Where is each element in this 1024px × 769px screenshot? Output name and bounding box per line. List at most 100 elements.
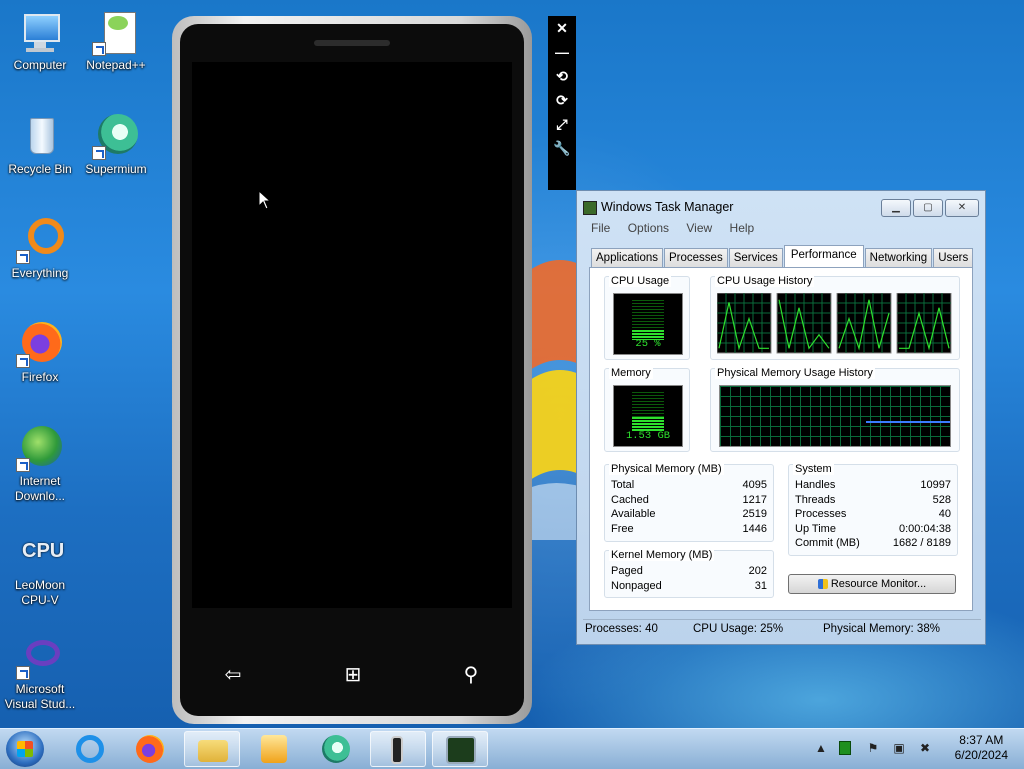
everything-icon [16,216,64,264]
phone-screen[interactable] [192,62,512,608]
taskbar-media-player[interactable] [246,731,302,767]
memory-history-group: Physical Memory Usage History [710,367,960,452]
physical-memory-group: Physical Memory (MB) Total 4095 Cached 121… [604,463,774,542]
desktop-icon-label: Supermium [85,162,147,176]
shortcut-arrow-icon [16,354,30,368]
stat-row: Paged 202 [611,565,767,580]
stat-row: Processes 40 [795,508,951,523]
desktop-icon-label: Everything [11,266,69,280]
task-manager-icon [446,736,476,764]
emulator-minimize-button[interactable]: — [548,40,576,64]
desktop-icon-label: Internet Downlo... [14,474,66,503]
stat-label: Threads [795,494,836,506]
desktop-icon-everything[interactable]: Everything [0,216,80,281]
minimize-button[interactable]: ▁ [881,199,911,217]
tab-applications[interactable]: Applications [591,248,664,268]
menu-help[interactable]: Help [730,221,755,235]
resource-monitor-label: Resource Monitor... [830,578,927,590]
taskbar-supermium[interactable] [308,731,364,767]
tab-users[interactable]: Users [933,248,974,268]
taskbar-firefox[interactable] [122,731,178,767]
emulator-rotate-right-button[interactable]: ⟳ [548,88,576,112]
volume-muted-icon[interactable]: ✖ [918,741,932,755]
back-button[interactable]: ⇦ [218,664,248,686]
menu-options[interactable]: Options [628,221,669,235]
stat-row: Commit (MB) 1682 / 8189 [795,537,951,552]
desktop-icon-computer[interactable]: Computer [0,8,80,73]
memory-history-line [866,421,950,424]
desktop-icon-firefox[interactable]: Firefox [0,320,80,385]
stat-row: Handles 10997 [795,479,951,494]
status-memory: Physical Memory: 38% [823,623,940,635]
start-button[interactable]: ⊞ [338,664,368,686]
taskbar: ▲ ⚑ ▣ ✖ 8:37 AM 6/20/2024 [0,728,1024,769]
tab-performance[interactable]: Performance [783,245,864,268]
supermium-icon [322,735,350,763]
maximize-button[interactable]: ▢ [913,199,943,217]
resource-monitor-button[interactable]: Resource Monitor... [788,574,956,594]
stat-label: Total [611,479,635,491]
physical-memory-caption: Physical Memory (MB) [609,463,724,475]
desktop-icon-supermium[interactable]: Supermium [76,112,156,177]
system-caption: System [793,463,834,475]
taskbar-phone-emulator[interactable] [370,731,426,767]
desktop-icon-leomoon-cpu-v[interactable]: CPU LeoMoon CPU-V [0,528,80,608]
taskbar-internet-explorer[interactable] [62,731,118,767]
menu-view[interactable]: View [686,221,712,235]
stat-label: Paged [611,565,643,577]
emulator-close-button[interactable]: ✕ [548,16,576,40]
desktop-icon-internet-download-manager[interactable]: Internet Downlo... [0,424,80,504]
close-icon: ✕ [957,202,967,213]
mouse-cursor-icon [258,190,272,210]
stat-value: 2519 [742,508,767,520]
desktop-icon-notepadpp[interactable]: Notepad++ [76,8,156,73]
tab-processes[interactable]: Processes [664,248,728,268]
status-cpu: CPU Usage: 25% [693,623,784,635]
stat-row: Nonpaged 31 [611,580,767,595]
memory-history-graph [719,385,951,447]
tools-icon: 🔧 [553,140,571,156]
taskbar-task-manager[interactable] [432,731,488,767]
desktop-icon-visual-studio[interactable]: Microsoft Visual Stud... [0,632,80,712]
windows-logo-icon: ⊞ [344,664,362,686]
memory-caption: Memory [609,367,653,379]
desktop-icon-recycle-bin[interactable]: Recycle Bin [0,112,80,177]
stat-value: 1682 / 8189 [892,537,951,549]
desktop-icon-label: LeoMoon CPU-V [14,578,66,607]
stat-row: Up Time 0:00:04:38 [795,523,951,538]
shortcut-arrow-icon [92,42,106,56]
search-button[interactable]: ⚲ [456,664,486,686]
system-clock[interactable]: 8:37 AM 6/20/2024 [955,733,1008,763]
show-hidden-icons-icon[interactable]: ▲ [814,741,828,755]
tab-networking[interactable]: Networking [864,248,933,268]
supermium-icon [92,112,140,160]
close-button[interactable]: ✕ [945,199,979,217]
desktop-icon-label: Microsoft Visual Stud... [4,682,76,711]
tab-strip: Applications Processes Services Performa… [591,245,974,268]
media-player-icon [261,735,287,763]
stat-value: 31 [754,580,767,592]
tab-services[interactable]: Services [728,248,783,268]
memory-history-caption: Physical Memory Usage History [715,367,875,379]
stat-value: 0:00:04:38 [899,523,951,535]
phone-speaker [314,40,390,46]
network-monitor-icon[interactable] [838,741,852,755]
network-icon[interactable]: ▣ [892,741,906,755]
menu-file[interactable]: File [591,221,610,235]
emulator-rotate-left-button[interactable]: ⟲ [548,64,576,88]
clock-time: 8:37 AM [959,733,1004,747]
task-manager-icon [583,200,597,215]
menu-bar: File Options View Help [583,221,760,239]
kernel-memory-group: Kernel Memory (MB) Paged 202 Nonpaged 31 [604,549,774,598]
desktop-icon-label: Recycle Bin [8,162,72,176]
emulator-fit-button[interactable]: ⤢ [548,112,576,136]
action-center-flag-icon[interactable]: ⚑ [866,741,880,755]
rotate-left-icon: ⟲ [556,68,568,84]
emulator-tools-button[interactable]: 🔧 [548,136,576,160]
shortcut-arrow-icon [16,458,30,472]
taskbar-file-explorer[interactable] [184,731,240,767]
fit-to-screen-icon: ⤢ [556,116,568,132]
start-button[interactable] [6,731,44,767]
window-title-text: Windows Task Manager [601,200,734,214]
stat-row: Available 2519 [611,508,767,523]
